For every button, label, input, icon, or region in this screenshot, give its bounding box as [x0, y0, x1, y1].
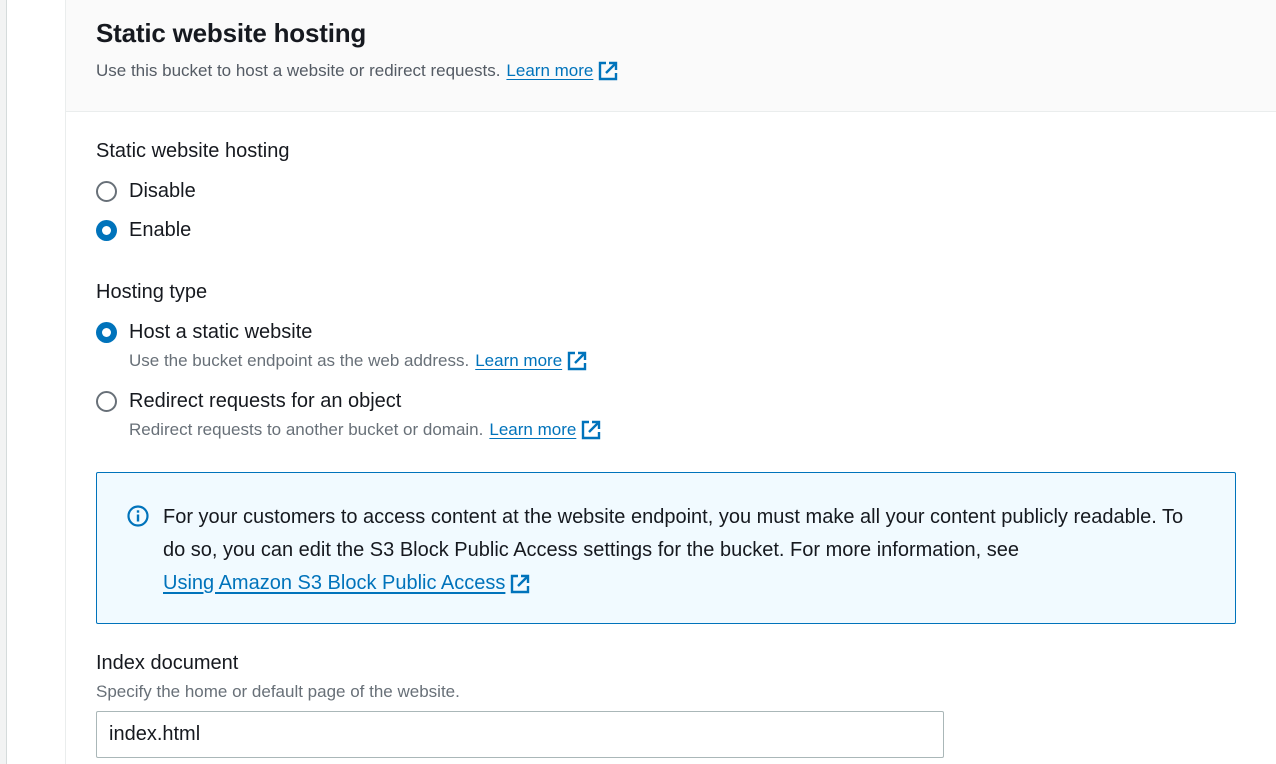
- header-learn-more-link[interactable]: Learn more: [506, 60, 619, 82]
- panel-header: Static website hosting Use this bucket t…: [66, 0, 1276, 112]
- static-website-hosting-panel: Static website hosting Use this bucket t…: [6, 0, 1276, 764]
- redirect-description: Redirect requests to another bucket or d…: [129, 419, 602, 441]
- header-description: Use this bucket to host a website or red…: [96, 60, 619, 82]
- host-static-learn-more-link[interactable]: Learn more: [475, 350, 588, 372]
- external-link-icon: [567, 351, 587, 371]
- block-public-access-link-label: Using Amazon S3 Block Public Access: [163, 572, 506, 594]
- info-icon: [127, 505, 149, 527]
- host-static-description-text: Use the bucket endpoint as the web addre…: [129, 351, 470, 370]
- radio-disable[interactable]: Disable: [96, 180, 196, 203]
- radio-host-static-label: Host a static website: [129, 321, 313, 343]
- index-document-input[interactable]: [96, 711, 944, 758]
- page-title: Static website hosting: [96, 18, 367, 48]
- hosting-section-label: Static website hosting: [96, 140, 290, 162]
- radio-host-static-control[interactable]: [96, 322, 117, 343]
- index-document-description: Specify the home or default page of the …: [96, 682, 460, 701]
- alert-message: For your customers to access content at …: [163, 501, 1203, 600]
- radio-disable-label: Disable: [129, 180, 196, 202]
- radio-disable-control[interactable]: [96, 181, 117, 202]
- external-link-icon: [582, 420, 601, 440]
- radio-redirect-control[interactable]: [96, 391, 117, 412]
- radio-enable-control[interactable]: [96, 220, 117, 241]
- alert-text: For your customers to access content at …: [163, 506, 1184, 561]
- redirect-learn-more-link[interactable]: Learn more: [489, 419, 602, 441]
- host-static-description: Use the bucket endpoint as the web addre…: [129, 350, 588, 372]
- redirect-learn-more-label: Learn more: [489, 420, 577, 439]
- header-description-text: Use this bucket to host a website or red…: [96, 61, 501, 80]
- radio-enable[interactable]: Enable: [96, 219, 191, 242]
- radio-redirect-requests[interactable]: Redirect requests for an object: [96, 390, 401, 413]
- block-public-access-link[interactable]: Using Amazon S3 Block Public Access: [163, 567, 531, 600]
- redirect-description-text: Redirect requests to another bucket or d…: [129, 420, 484, 439]
- external-link-icon: [511, 574, 530, 593]
- external-link-icon: [599, 61, 618, 81]
- hosting-type-label: Hosting type: [96, 281, 208, 303]
- radio-enable-label: Enable: [129, 219, 192, 241]
- radio-host-static-website[interactable]: Host a static website: [96, 321, 312, 344]
- header-learn-more-label: Learn more: [506, 61, 594, 80]
- info-alert: For your customers to access content at …: [96, 472, 1236, 624]
- panel-content: Static website hosting Use this bucket t…: [65, 0, 1276, 764]
- index-document-label: Index document: [96, 652, 239, 674]
- host-static-learn-more-label: Learn more: [475, 351, 563, 370]
- radio-redirect-label: Redirect requests for an object: [129, 390, 402, 412]
